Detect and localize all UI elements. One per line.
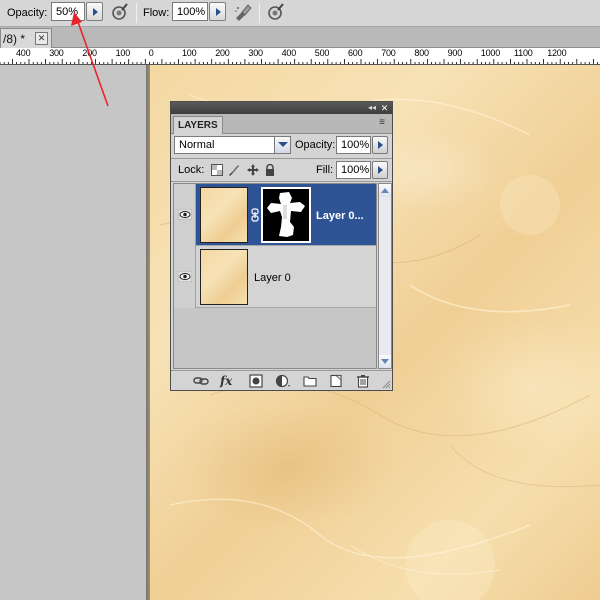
ruler-tick-label: 500	[314, 48, 330, 58]
layer-name[interactable]: Layer 0...	[316, 210, 364, 222]
blend-mode-value: Normal	[179, 139, 215, 151]
blend-mode-select[interactable]: Normal	[174, 136, 291, 154]
flow-slider-button[interactable]	[209, 2, 226, 21]
document-tab-strip: /8) * ✕	[0, 27, 600, 48]
ruler-tick-label: 900	[447, 48, 463, 58]
flow-label: Flow:	[143, 7, 170, 19]
opacity-input[interactable]: 50%	[51, 2, 85, 21]
horizontal-ruler: 400 300 200 100 0 100 200 300 400 500 600 700 800 900…	[0, 48, 600, 65]
resize-grip-icon[interactable]	[381, 379, 391, 389]
layer-name[interactable]: Layer 0	[254, 272, 291, 284]
ruler-tick-label: 400	[16, 48, 31, 58]
ruler-tick-label: 100	[115, 48, 131, 58]
tablet-pressure-icon[interactable]	[110, 2, 130, 22]
close-icon[interactable]: ✕	[379, 103, 390, 113]
layer-list: Layer 0... Layer 0	[173, 183, 377, 369]
lock-all-icon[interactable]	[264, 164, 276, 176]
collapse-panel-icon[interactable]: ◂◂	[368, 103, 376, 113]
lock-transparent-pixels-icon[interactable]	[211, 164, 223, 176]
tab-layers[interactable]: LAYERS	[173, 116, 223, 134]
mask-shape	[267, 192, 305, 237]
layers-panel-titlebar[interactable]: ◂◂ ✕	[171, 102, 392, 114]
scroll-down-icon[interactable]	[379, 355, 391, 368]
separator	[136, 3, 137, 23]
lock-image-pixels-icon[interactable]	[228, 164, 240, 176]
link-layers-icon[interactable]	[193, 374, 209, 388]
opacity-label: Opacity:	[7, 7, 48, 19]
layer-row[interactable]: Layer 0...	[174, 184, 376, 246]
layers-panel-footer: fx	[171, 370, 392, 390]
layer-thumbnail	[200, 187, 248, 243]
flow-input[interactable]: 100%	[172, 2, 208, 21]
ruler-tick-label: 300	[248, 48, 263, 58]
tablet-pressure-size-icon[interactable]	[266, 2, 286, 22]
ruler-tick-label: 800	[414, 48, 429, 58]
layer-opacity-slider-button[interactable]	[372, 136, 388, 154]
fx-icon[interactable]: fx	[220, 374, 236, 388]
layer-opacity-input[interactable]: 100%	[336, 136, 371, 154]
close-icon[interactable]: ✕	[35, 32, 48, 45]
airbrush-icon[interactable]	[233, 2, 253, 22]
ruler-tick-label: 1200	[547, 48, 567, 58]
layer-mask-thumbnail[interactable]	[261, 187, 311, 243]
layers-panel-tabbar: LAYERS ≡	[171, 114, 392, 134]
fill-input[interactable]: 100%	[336, 161, 371, 179]
divider	[171, 181, 392, 182]
panel-menu-icon[interactable]: ≡	[375, 118, 389, 130]
ruler-tick-label: 300	[49, 48, 64, 58]
lock-label: Lock:	[178, 164, 205, 176]
lock-position-icon[interactable]	[247, 164, 259, 176]
opacity-slider-button[interactable]	[86, 2, 103, 21]
ruler-tick-label: 600	[348, 48, 363, 58]
visibility-toggle[interactable]	[174, 184, 196, 246]
link-mask-icon[interactable]	[251, 208, 259, 222]
divider	[171, 158, 392, 159]
chevron-down-icon[interactable]	[274, 137, 290, 153]
ruler-tick-label: 1000	[480, 48, 501, 58]
options-bar: Opacity: 50% Flow: 100%	[0, 0, 600, 27]
ruler-tick-label: 1100	[514, 48, 533, 58]
layer-list-scrollbar[interactable]	[378, 183, 392, 369]
layers-panel: ◂◂ ✕ LAYERS ≡ Normal Opacity: 100% Lock:…	[170, 101, 393, 391]
ruler-tick-label: 200	[82, 48, 97, 58]
adjustment-layer-icon[interactable]	[275, 374, 291, 388]
fill-label: Fill:	[316, 164, 334, 176]
new-group-icon[interactable]	[302, 374, 318, 388]
layer-opacity-label: Opacity:	[295, 139, 336, 151]
document-tab[interactable]: /8) * ✕	[0, 28, 52, 48]
fill-slider-button[interactable]	[372, 161, 388, 179]
layer-thumbnail	[200, 249, 248, 305]
ruler-tick-label: 100	[182, 48, 197, 58]
delete-layer-icon[interactable]	[355, 374, 371, 388]
workspace-pasteboard	[0, 65, 148, 600]
add-mask-icon[interactable]	[248, 374, 264, 388]
separator	[259, 3, 260, 23]
ruler-tick-label: 0	[148, 48, 154, 58]
new-layer-icon[interactable]	[328, 374, 344, 388]
eye-icon[interactable]	[178, 209, 192, 220]
ruler-tick-label: 400	[281, 48, 297, 58]
document-tab-title: /8) *	[3, 32, 26, 46]
eye-icon[interactable]	[178, 271, 192, 282]
layer-row[interactable]: Layer 0	[174, 246, 376, 308]
visibility-toggle[interactable]	[174, 246, 196, 308]
ruler-tick-label: 200	[215, 48, 230, 58]
scroll-up-icon[interactable]	[379, 184, 391, 197]
ruler-tick-label: 700	[381, 48, 396, 58]
